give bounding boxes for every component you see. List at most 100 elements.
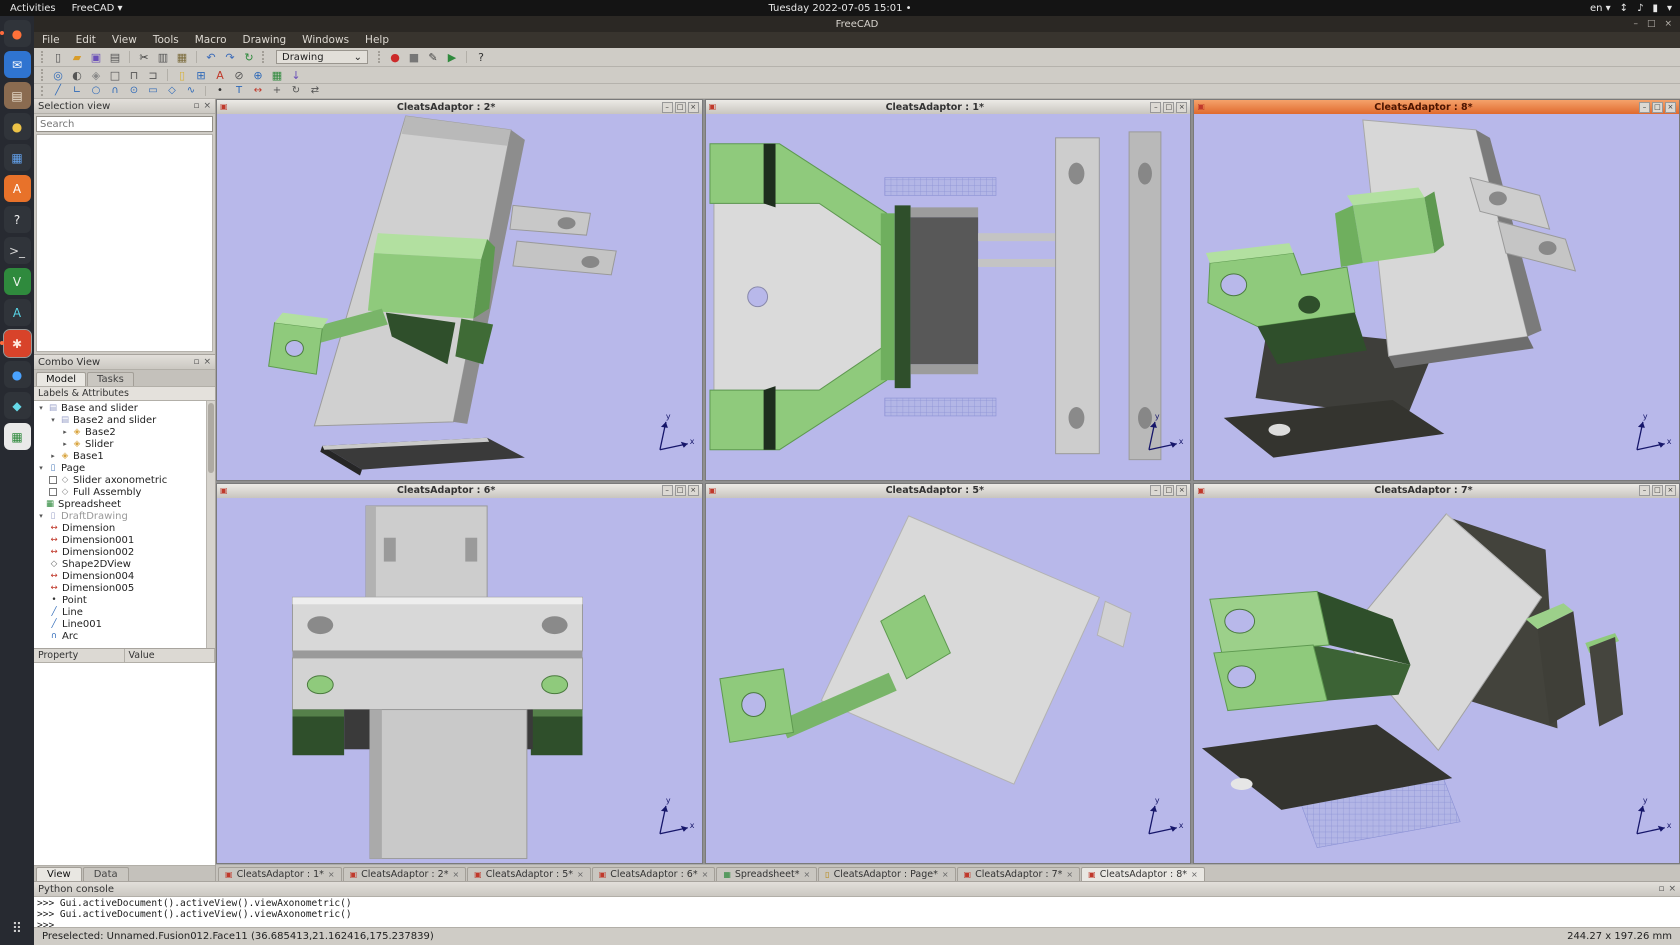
- console-prompt[interactable]: >>>: [37, 920, 1677, 927]
- close-button[interactable]: ×: [688, 485, 699, 496]
- close-button[interactable]: ×: [1176, 102, 1187, 113]
- system-menu-chevron-icon[interactable]: ▾: [1667, 3, 1672, 14]
- draft-move-button[interactable]: +: [268, 85, 286, 97]
- tree-item-arc[interactable]: ∩Arc: [34, 630, 215, 642]
- document-tab-cleatsadaptor-1[interactable]: ▣CleatsAdaptor : 1*×: [218, 867, 342, 881]
- annotation-button[interactable]: A: [211, 68, 229, 82]
- whats-this-button[interactable]: ?: [472, 50, 490, 64]
- paste-button[interactable]: ▦: [173, 50, 191, 64]
- axonometric-view-button[interactable]: ◈: [87, 68, 105, 82]
- tree-item-shape2dview[interactable]: ◇Shape2DView: [34, 558, 215, 570]
- float-panel-icon[interactable]: ▫: [193, 101, 199, 111]
- viewport-title-bar[interactable]: ▣ CleatsAdaptor : 5* – □ ×: [706, 484, 1191, 498]
- draft-mirror-button[interactable]: ⇄: [306, 85, 324, 97]
- stop-macro-button[interactable]: ■: [405, 50, 423, 64]
- python-console-output[interactable]: >>> Gui.activeDocument().activeView().vi…: [34, 897, 1680, 927]
- window-title-bar[interactable]: FreeCAD – □ ×: [34, 16, 1680, 32]
- menu-macro[interactable]: Macro: [187, 34, 235, 46]
- expander-icon[interactable]: ▸: [61, 428, 69, 436]
- close-tab-icon[interactable]: ×: [702, 870, 709, 879]
- network-icon[interactable]: ↕: [1620, 3, 1628, 14]
- tree-item-slider[interactable]: ▸◈Slider: [34, 438, 215, 450]
- maximize-button[interactable]: □: [1647, 19, 1656, 29]
- close-button[interactable]: ×: [1665, 485, 1676, 496]
- app-menu[interactable]: FreeCAD ▾: [72, 3, 123, 14]
- maximize-button[interactable]: □: [675, 102, 686, 113]
- fit-all-button[interactable]: ◎: [49, 68, 67, 82]
- visibility-checkbox[interactable]: [49, 488, 57, 496]
- document-tab-page[interactable]: ▯CleatsAdaptor : Page*×: [818, 867, 955, 881]
- draft-text-button[interactable]: T: [230, 85, 248, 97]
- minimize-button[interactable]: –: [1150, 102, 1161, 113]
- tree-item-dimension001[interactable]: ↔Dimension001: [34, 534, 215, 546]
- dock-vim[interactable]: V: [4, 268, 31, 295]
- spreadsheet-view-button[interactable]: ▦: [268, 68, 286, 82]
- keyboard-layout-indicator[interactable]: en ▾: [1590, 3, 1611, 14]
- document-tab-cleatsadaptor-2[interactable]: ▣CleatsAdaptor : 2*×: [343, 867, 467, 881]
- minimize-button[interactable]: –: [662, 485, 673, 496]
- expander-icon[interactable]: ▾: [37, 512, 45, 520]
- close-button[interactable]: ×: [1664, 19, 1672, 29]
- 3d-view[interactable]: x y: [217, 114, 702, 480]
- right-view-button[interactable]: ⊐: [144, 68, 162, 82]
- 3d-view[interactable]: x y: [217, 498, 702, 864]
- tree-item-dimension005[interactable]: ↔Dimension005: [34, 582, 215, 594]
- tree-item-dimension004[interactable]: ↔Dimension004: [34, 570, 215, 582]
- tree-item-base2[interactable]: ▸◈Base2: [34, 426, 215, 438]
- tree-item-line[interactable]: ╱Line: [34, 606, 215, 618]
- close-tab-icon[interactable]: ×: [942, 870, 949, 879]
- viewport-title-bar[interactable]: ▣ CleatsAdaptor : 6* – □ ×: [217, 484, 702, 498]
- top-view-button[interactable]: ⊓: [125, 68, 143, 82]
- dock-spreadsheet-app[interactable]: ▦: [4, 423, 31, 450]
- execute-macro-button[interactable]: ▶: [443, 50, 461, 64]
- menu-view[interactable]: View: [104, 34, 145, 46]
- maximize-button[interactable]: □: [1163, 485, 1174, 496]
- copy-button[interactable]: ▥: [154, 50, 172, 64]
- 3d-view[interactable]: x y: [1194, 114, 1679, 480]
- open-browser-view-button[interactable]: ⊕: [249, 68, 267, 82]
- export-page-button[interactable]: ↓: [287, 68, 305, 82]
- close-tab-icon[interactable]: ×: [328, 870, 335, 879]
- tree-item-spreadsheet[interactable]: ▦Spreadsheet: [34, 498, 215, 510]
- menu-help[interactable]: Help: [357, 34, 397, 46]
- cut-button[interactable]: ✂: [135, 50, 153, 64]
- dock-notes[interactable]: ●: [4, 113, 31, 140]
- draft-bspline-button[interactable]: ∿: [182, 85, 200, 97]
- tree-item-dimension[interactable]: ↔Dimension: [34, 522, 215, 534]
- insert-view-button[interactable]: ⊞: [192, 68, 210, 82]
- record-macro-button[interactable]: ●: [386, 50, 404, 64]
- dock-software-center[interactable]: ▦: [4, 144, 31, 171]
- toolbar-handle[interactable]: [41, 69, 45, 80]
- dock-chat[interactable]: ●: [4, 361, 31, 388]
- dock-firefox[interactable]: ●: [4, 20, 31, 47]
- expander-icon[interactable]: ▸: [61, 440, 69, 448]
- draft-ellipse-button[interactable]: ⊙: [125, 85, 143, 97]
- tree-item-base-and-slider[interactable]: ▾▤Base and slider: [34, 402, 215, 414]
- maximize-button[interactable]: □: [1652, 485, 1663, 496]
- edit-macro-button[interactable]: ✎: [424, 50, 442, 64]
- tab-view[interactable]: View: [36, 867, 82, 881]
- new-document-button[interactable]: ▯: [49, 50, 67, 64]
- activities-button[interactable]: Activities: [10, 3, 56, 14]
- draft-circle-button[interactable]: ○: [87, 85, 105, 97]
- draft-line-button[interactable]: ╱: [49, 85, 67, 97]
- menu-edit[interactable]: Edit: [68, 34, 104, 46]
- maximize-button[interactable]: □: [1163, 102, 1174, 113]
- toolbar-handle[interactable]: [41, 51, 45, 64]
- expander-icon[interactable]: ▸: [49, 452, 57, 460]
- selection-search-input[interactable]: [36, 116, 213, 132]
- draft-dimension-button[interactable]: ↔: [249, 85, 267, 97]
- 3d-view[interactable]: x y: [706, 498, 1191, 864]
- tree-scrollbar[interactable]: [206, 401, 215, 648]
- viewport-title-bar[interactable]: ▣ CleatsAdaptor : 2* – □ ×: [217, 100, 702, 114]
- tree-item-draftdrawing[interactable]: ▾▯DraftDrawing: [34, 510, 215, 522]
- close-panel-icon[interactable]: ×: [203, 357, 211, 367]
- toolbar-handle[interactable]: [378, 51, 382, 64]
- close-tab-icon[interactable]: ×: [577, 870, 584, 879]
- expander-icon[interactable]: ▾: [37, 404, 45, 412]
- tree-item-slider-axonometric[interactable]: ◇Slider axonometric: [34, 474, 215, 486]
- dock-freecad[interactable]: ✱: [4, 330, 31, 357]
- visibility-checkbox[interactable]: [49, 476, 57, 484]
- viewport-title-bar[interactable]: ▣ CleatsAdaptor : 7* – □ ×: [1194, 484, 1679, 498]
- front-view-button[interactable]: □: [106, 68, 124, 82]
